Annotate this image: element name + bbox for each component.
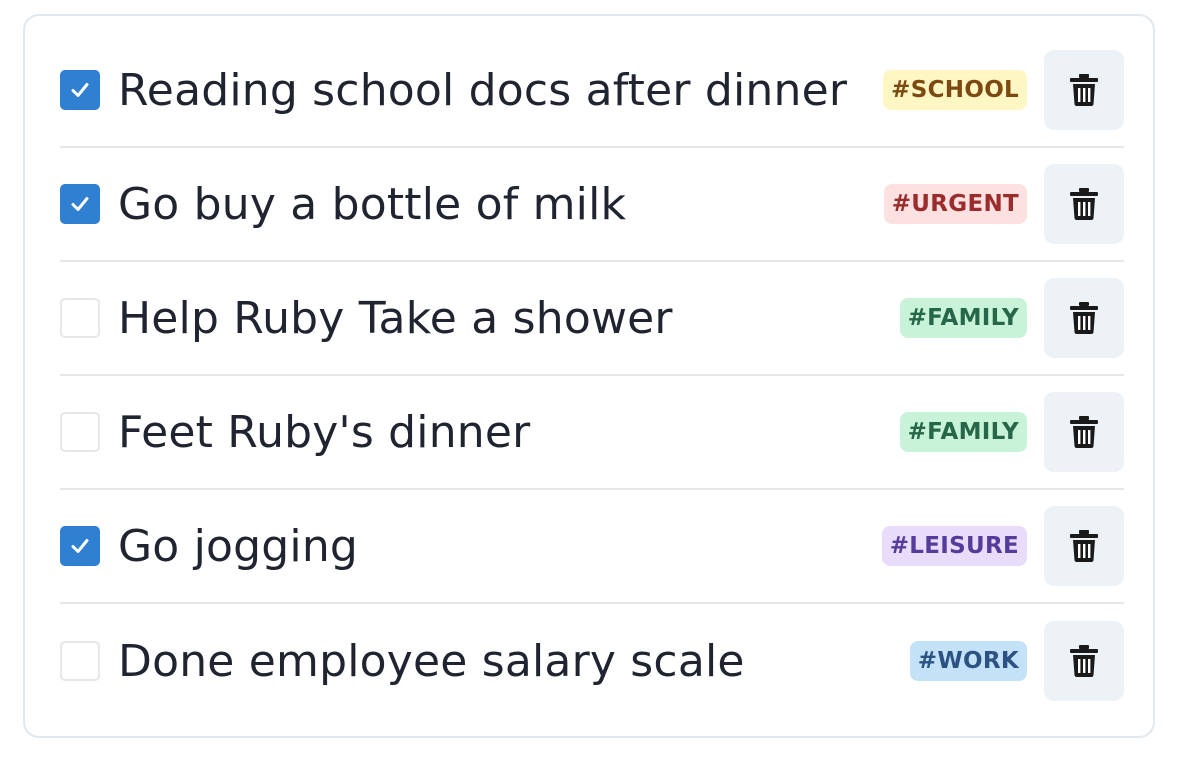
todo-checkbox[interactable] xyxy=(60,641,100,681)
delete-button[interactable] xyxy=(1044,506,1124,586)
todo-tag: #FAMILY xyxy=(899,412,1027,452)
todo-item: Reading school docs after dinner #SCHOOL xyxy=(60,34,1124,148)
todo-tag: #SCHOOL xyxy=(883,70,1027,110)
todo-item: Feet Ruby's dinner #FAMILY xyxy=(60,376,1124,490)
delete-button[interactable] xyxy=(1044,50,1124,130)
trash-icon xyxy=(1070,74,1098,106)
todo-checkbox[interactable] xyxy=(60,184,100,224)
todo-tag: #WORK xyxy=(909,641,1027,681)
delete-button[interactable] xyxy=(1044,621,1124,701)
check-icon xyxy=(71,83,89,97)
todo-list: Reading school docs after dinner #SCHOOL… xyxy=(60,34,1124,718)
todo-item: Go buy a bottle of milk #URGENT xyxy=(60,148,1124,262)
check-icon xyxy=(71,539,89,553)
todo-card: Reading school docs after dinner #SCHOOL… xyxy=(23,14,1155,738)
todo-checkbox[interactable] xyxy=(60,70,100,110)
todo-tag: #FAMILY xyxy=(899,298,1027,338)
todo-label: Go jogging xyxy=(118,520,359,572)
trash-icon xyxy=(1070,530,1098,562)
trash-icon xyxy=(1070,416,1098,448)
todo-checkbox[interactable] xyxy=(60,526,100,566)
todo-label: Feet Ruby's dinner xyxy=(118,406,531,458)
todo-item: Done employee salary scale #WORK xyxy=(60,604,1124,718)
todo-tag: #URGENT xyxy=(883,184,1027,224)
todo-tag: #LEISURE xyxy=(881,526,1027,566)
trash-icon xyxy=(1070,302,1098,334)
todo-checkbox[interactable] xyxy=(60,412,100,452)
todo-item: Help Ruby Take a shower #FAMILY xyxy=(60,262,1124,376)
delete-button[interactable] xyxy=(1044,278,1124,358)
check-icon xyxy=(71,197,89,211)
delete-button[interactable] xyxy=(1044,392,1124,472)
todo-label: Help Ruby Take a shower xyxy=(118,292,673,344)
trash-icon xyxy=(1070,188,1098,220)
trash-icon xyxy=(1070,645,1098,677)
todo-label: Reading school docs after dinner xyxy=(118,64,848,116)
todo-item: Go jogging #LEISURE xyxy=(60,490,1124,604)
todo-label: Done employee salary scale xyxy=(118,635,745,687)
todo-checkbox[interactable] xyxy=(60,298,100,338)
todo-label: Go buy a bottle of milk xyxy=(118,178,627,230)
delete-button[interactable] xyxy=(1044,164,1124,244)
